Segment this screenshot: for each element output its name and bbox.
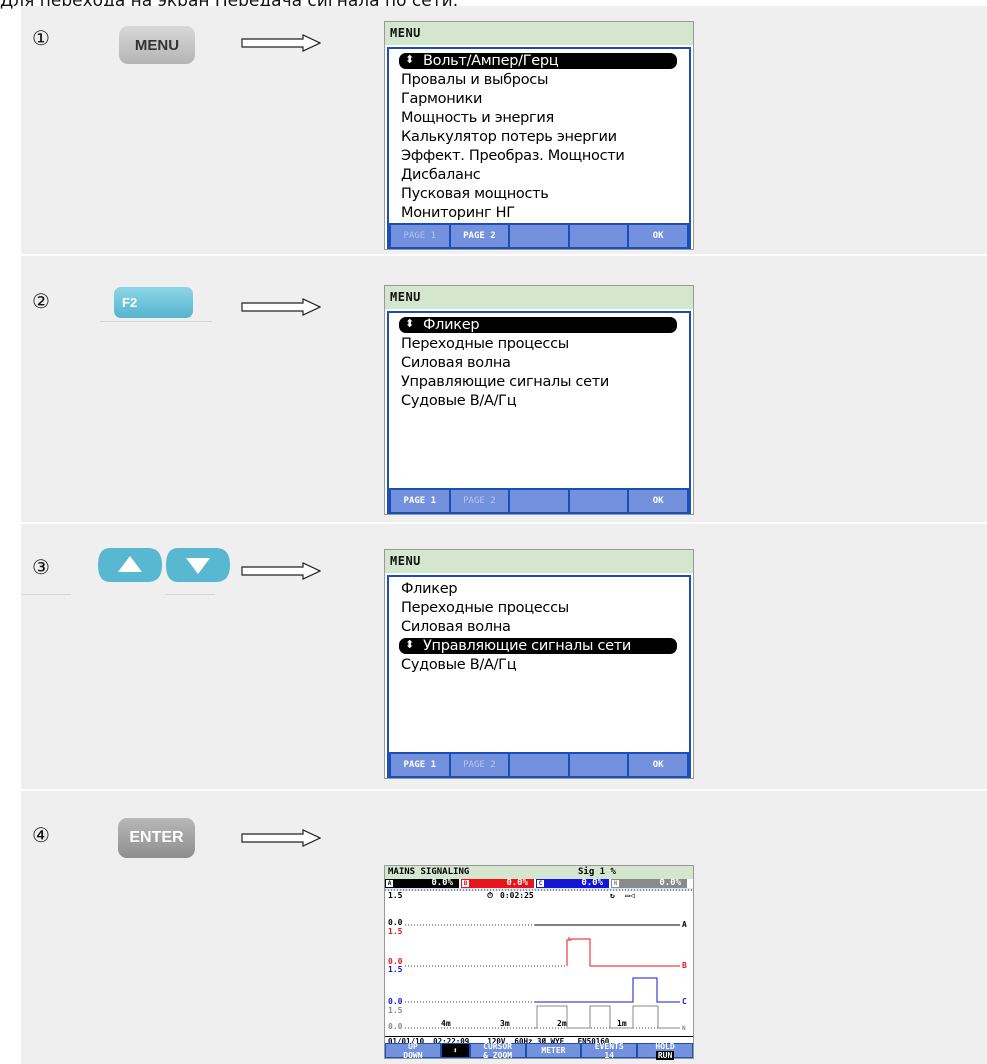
screen-title: MAINS SIGNALING [388,867,470,877]
elapsed-time: 0:02:25 [500,891,534,900]
events-button[interactable]: EVENTS 14 [582,1042,637,1060]
menu-item-flicker[interactable]: ⬍ Фликер [399,317,677,333]
trace-plot: 1.5 ⏱ 0:02:25 ↻ ▭◁ 0.0 A 1.5 0.0 B 1.5 0… [385,888,693,1035]
menu-item[interactable]: Судовые В/А/Гц [401,393,517,409]
time-tick: 4m [441,1019,451,1028]
meter-button[interactable]: METER [526,1044,581,1057]
f4-empty[interactable] [569,225,628,247]
menu-item[interactable]: Силовая волна [401,619,511,635]
screen-title: MENU [385,286,693,309]
trace-b-name: B [682,961,687,970]
trace-c-scale: 1.5 [388,965,403,974]
menu-item[interactable]: Силовая волна [401,355,511,371]
function-key-bar: PAGE 1 PAGE 2 OK [389,488,689,512]
menu-screen-page1: MENU ⬍ Вольт/Ампер/Герц Провалы и выброс… [384,21,694,250]
signal-label: Sig 1 % [578,867,616,877]
f1-page1[interactable]: PAGE 1 [391,754,449,776]
enter-key[interactable]: ENTER [118,818,195,858]
menu-item[interactable]: Дисбаланс [401,167,481,183]
menu-list: ⬍ Вольт/Ампер/Герц Провалы и выбросы Гар… [387,47,691,249]
time-tick: 1m [617,1019,627,1028]
menu-item-mains-signaling[interactable]: ⬍ Управляющие сигналы сети [399,638,677,654]
mains-signaling-screen: MAINS SIGNALING Sig 1 % A 0.0% B 0.0% C … [384,865,694,1060]
down-arrow-key[interactable] [166,548,230,582]
phase-a-reading: A 0.0% [385,879,459,888]
f3-empty[interactable] [510,225,568,247]
trace-c-zero: 0.0 [388,997,403,1006]
menu-item[interactable]: Калькулятор потерь энергии [401,129,617,145]
menu-item[interactable]: Судовые В/А/Гц [401,657,517,673]
trace-a-name: A [682,920,687,929]
function-key-bar: PAGE 1 PAGE 2 OK [389,223,689,247]
function-key-bar: UP DOWN ⬍ CURSOR & ZOOM METER EVENTS 14 … [385,1042,693,1060]
time-tick: 2m [557,1019,567,1028]
menu-item[interactable]: Переходные процессы [401,336,569,352]
updown-icon: ⬍ [405,53,414,66]
trace-n-scale: 1.5 [388,1006,403,1015]
phase-readings: A 0.0% B 0.0% C 0.0% N 0.0% [385,879,693,888]
right-arrow-icon [241,298,321,316]
f2-page2[interactable]: PAGE 2 [450,225,509,247]
step-number-3: ③ [32,555,50,579]
trace-n-name: N [682,1025,686,1032]
f3-empty[interactable] [510,754,568,776]
menu-item[interactable]: Эффект. Преобраз. Мощности [401,148,625,164]
hold-run-button[interactable]: HOLD RUN [638,1042,692,1060]
menu-item[interactable]: Пусковая мощность [401,186,549,202]
timer-icon: ⏱ [487,890,493,900]
f3-empty[interactable] [510,490,568,512]
updown-icon[interactable]: ⬍ [441,1044,469,1057]
arrow-keys [98,548,230,582]
trace-a-zero: 0.0 [388,918,403,927]
f5-ok[interactable]: OK [629,225,687,247]
rotation-icon: ↻ [610,891,615,900]
time-tick: 3m [500,1019,510,1028]
updown-icon: ⬍ [405,638,414,651]
f1-page1[interactable]: PAGE 1 [391,490,449,512]
f4-empty[interactable] [569,490,628,512]
screen-title: MENU [385,22,693,45]
function-key-bar: PAGE 1 PAGE 2 OK [389,752,689,776]
f1-page1[interactable]: PAGE 1 [391,225,449,247]
trace-n-zero: 0.0 [388,1022,403,1031]
trace-c-name: C [682,997,687,1006]
menu-list: Фликер Переходные процессы Силовая волна… [387,575,691,778]
f2-page2[interactable]: PAGE 2 [450,490,509,512]
up-arrow-key[interactable] [98,548,162,582]
right-arrow-icon [241,562,321,580]
f5-ok[interactable]: OK [629,490,687,512]
screen-title: MENU [385,550,693,573]
menu-item[interactable]: Гармоники [401,91,482,107]
phase-b-reading: B 0.0% [461,879,534,888]
step-number-1: ① [32,26,50,50]
menu-item[interactable]: Провалы и выбросы [401,72,548,88]
menu-item[interactable]: Управляющие сигналы сети [401,374,609,390]
menu-item[interactable]: Переходные процессы [401,600,569,616]
menu-item[interactable]: Мониторинг НГ [401,205,515,221]
cursor-zoom-button[interactable]: CURSOR & ZOOM [470,1042,525,1060]
menu-list: ⬍ Фликер Переходные процессы Силовая вол… [387,311,691,514]
phase-n-reading: N 0.0% [611,879,687,888]
trace-b-scale: 1.5 [388,927,403,936]
updown-icon: ⬍ [405,317,414,330]
step-number-2: ② [32,289,50,313]
f4-empty[interactable] [569,754,628,776]
menu-screen-page2-selected: MENU Фликер Переходные процессы Силовая … [384,549,694,779]
f2-page2[interactable]: PAGE 2 [450,754,509,776]
menu-screen-page2: MENU ⬍ Фликер Переходные процессы Силова… [384,285,694,515]
menu-item[interactable]: Фликер [401,581,458,597]
scale-top-label: 1.5 [388,891,403,900]
menu-item[interactable]: Мощность и энергия [401,110,554,126]
battery-icon: ▭◁ [625,891,635,900]
right-arrow-icon [241,34,321,52]
up-down-button[interactable]: UP DOWN [386,1042,440,1060]
f5-ok[interactable]: OK [629,754,687,776]
menu-item-volt-amp-hz[interactable]: ⬍ Вольт/Ампер/Герц [399,53,677,69]
step-number-4: ④ [32,823,50,847]
phase-c-reading: C 0.0% [536,879,609,888]
f2-key[interactable]: F2 [114,287,193,318]
menu-key[interactable]: MENU [119,26,195,64]
right-arrow-icon [241,829,321,847]
